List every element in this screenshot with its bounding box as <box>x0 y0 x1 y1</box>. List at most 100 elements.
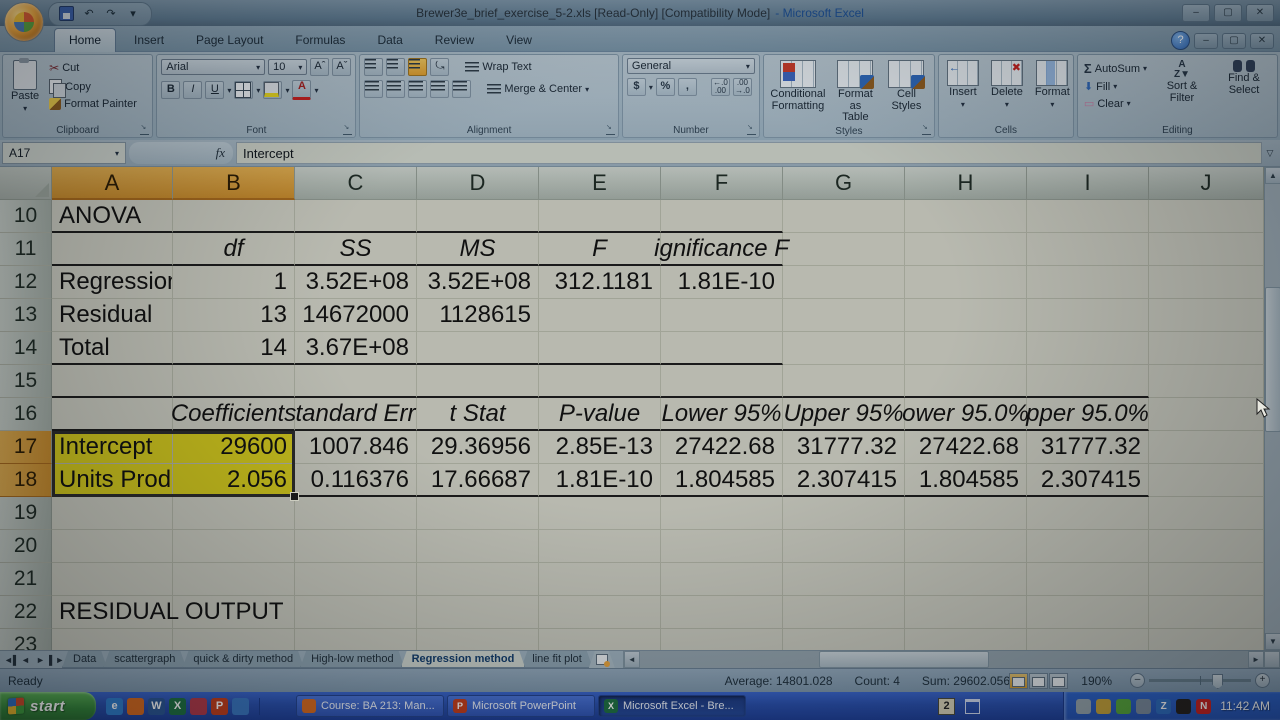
conditional-formatting-button[interactable]: ConditionalFormatting <box>768 58 828 125</box>
cell-E19[interactable] <box>539 497 661 530</box>
cell-J15[interactable] <box>1149 365 1264 398</box>
cell-F21[interactable] <box>661 563 783 596</box>
number-dialog-launcher[interactable] <box>747 125 756 135</box>
cell-E18[interactable]: 1.81E-10 <box>539 464 661 497</box>
cell-D18[interactable]: 17.66687 <box>417 464 539 497</box>
decrease-indent-button[interactable] <box>430 80 449 98</box>
sheet-tab-quick-dirty-method[interactable]: quick & dirty method <box>182 651 304 668</box>
cell-A19[interactable] <box>52 497 173 530</box>
cell-I23[interactable] <box>1027 629 1149 650</box>
cell-I13[interactable] <box>1027 299 1149 332</box>
cell-H16[interactable]: ower 95.0% <box>905 398 1027 431</box>
cell-C19[interactable] <box>295 497 417 530</box>
shrink-font-button[interactable]: Aˇ <box>332 58 351 76</box>
cell-E10[interactable] <box>539 200 661 233</box>
paste-button[interactable]: Paste ▾ <box>7 58 43 123</box>
cell-G13[interactable] <box>783 299 905 332</box>
explorer-icon[interactable] <box>232 698 249 715</box>
row-header-19[interactable]: 19 <box>0 497 52 530</box>
workbook-restore-button[interactable]: ▢ <box>1222 33 1246 49</box>
cell-F18[interactable]: 1.804585 <box>661 464 783 497</box>
cell-F23[interactable] <box>661 629 783 650</box>
decrease-decimal-button[interactable]: .00→.0 <box>733 78 752 96</box>
cell-D15[interactable] <box>417 365 539 398</box>
row-header-15[interactable]: 15 <box>0 365 52 398</box>
styles-dialog-launcher[interactable] <box>922 125 931 135</box>
cell-F17[interactable]: 27422.68 <box>661 431 783 464</box>
row-header-10[interactable]: 10 <box>0 200 52 233</box>
taskbar-button-firefox[interactable]: Course: BA 213: Man... <box>296 695 444 717</box>
number-format-select[interactable]: General▾ <box>627 58 755 74</box>
zoom-thumb[interactable] <box>1212 674 1223 689</box>
cell-F13[interactable] <box>661 299 783 332</box>
cell-C12[interactable]: 3.52E+08 <box>295 266 417 299</box>
cell-B11[interactable]: df <box>173 233 295 266</box>
ribbon-tab-home[interactable]: Home <box>54 28 116 52</box>
column-header-D[interactable]: D <box>417 167 539 200</box>
cell-I11[interactable] <box>1027 233 1149 266</box>
grow-font-button[interactable]: Aˆ <box>310 58 329 76</box>
zoom-out-button[interactable]: – <box>1130 673 1145 688</box>
cell-I16[interactable]: pper 95.0% <box>1027 398 1149 431</box>
cell-B12[interactable]: 1 <box>173 266 295 299</box>
window-arrange-icon[interactable] <box>965 699 980 714</box>
cell-H12[interactable] <box>905 266 1027 299</box>
tray-icon-1[interactable] <box>1076 699 1091 714</box>
cell-H13[interactable] <box>905 299 1027 332</box>
cell-D20[interactable] <box>417 530 539 563</box>
comma-style-button[interactable]: , <box>678 78 697 96</box>
cell-J17[interactable] <box>1149 431 1264 464</box>
cell-D23[interactable] <box>417 629 539 650</box>
ribbon-tab-review[interactable]: Review <box>421 29 488 52</box>
excel-icon[interactable]: X <box>169 698 186 715</box>
cell-I22[interactable] <box>1027 596 1149 629</box>
autosum-button[interactable]: ΣAutoSum▾ <box>1082 60 1149 77</box>
clipboard-dialog-launcher[interactable] <box>140 125 149 135</box>
next-sheet-button[interactable]: ► <box>34 655 47 665</box>
close-button[interactable]: ✕ <box>1246 4 1274 22</box>
save-button[interactable] <box>59 6 75 22</box>
cell-D12[interactable]: 3.52E+08 <box>417 266 539 299</box>
ribbon-tab-page-layout[interactable]: Page Layout <box>182 29 277 52</box>
cell-B16[interactable]: Coefficients <box>173 398 295 431</box>
cell-I18[interactable]: 2.307415 <box>1027 464 1149 497</box>
horizontal-scroll-thumb[interactable] <box>819 651 989 668</box>
workbook-minimize-button[interactable]: – <box>1194 33 1218 49</box>
cell-A17[interactable]: Intercept <box>52 431 173 464</box>
cell-F19[interactable] <box>661 497 783 530</box>
cell-F20[interactable] <box>661 530 783 563</box>
sheet-tab-line-fit-plot[interactable]: line fit plot <box>521 651 593 668</box>
cell-G17[interactable]: 31777.32 <box>783 431 905 464</box>
cell-E22[interactable] <box>539 596 661 629</box>
cell-G18[interactable]: 2.307415 <box>783 464 905 497</box>
column-header-C[interactable]: C <box>295 167 417 200</box>
tray-icon-4[interactable] <box>1136 699 1151 714</box>
scroll-up-arrow[interactable]: ▲ <box>1265 167 1280 184</box>
insert-function-button[interactable]: fx <box>216 145 225 161</box>
row-header-20[interactable]: 20 <box>0 530 52 563</box>
delete-cells-button[interactable]: Delete▾ <box>987 58 1027 123</box>
paste-dropdown-arrow[interactable]: ▾ <box>23 103 27 114</box>
font-size-select[interactable]: 10▾ <box>268 59 307 75</box>
column-header-J[interactable]: J <box>1149 167 1264 200</box>
scroll-left-arrow[interactable]: ◄ <box>624 651 640 668</box>
cell-J13[interactable] <box>1149 299 1264 332</box>
cell-C11[interactable]: SS <box>295 233 417 266</box>
alignment-dialog-launcher[interactable] <box>606 125 615 135</box>
cell-A10[interactable]: ANOVA <box>52 200 173 233</box>
scroll-down-arrow[interactable]: ▼ <box>1265 633 1280 650</box>
taskbar-button-excel[interactable]: XMicrosoft Excel - Bre... <box>598 695 746 717</box>
cell-B17[interactable]: 29600 <box>173 431 295 464</box>
cell-A13[interactable]: Residual <box>52 299 173 332</box>
column-header-E[interactable]: E <box>539 167 661 200</box>
cell-C22[interactable] <box>295 596 417 629</box>
restore-button[interactable]: ▢ <box>1214 4 1242 22</box>
borders-button[interactable] <box>234 81 253 99</box>
cell-F22[interactable] <box>661 596 783 629</box>
cell-E16[interactable]: P-value <box>539 398 661 431</box>
cell-B14[interactable]: 14 <box>173 332 295 365</box>
cell-J21[interactable] <box>1149 563 1264 596</box>
start-button[interactable]: start <box>0 692 96 720</box>
merge-center-button[interactable]: Merge & Center▾ <box>485 82 591 96</box>
cell-I21[interactable] <box>1027 563 1149 596</box>
